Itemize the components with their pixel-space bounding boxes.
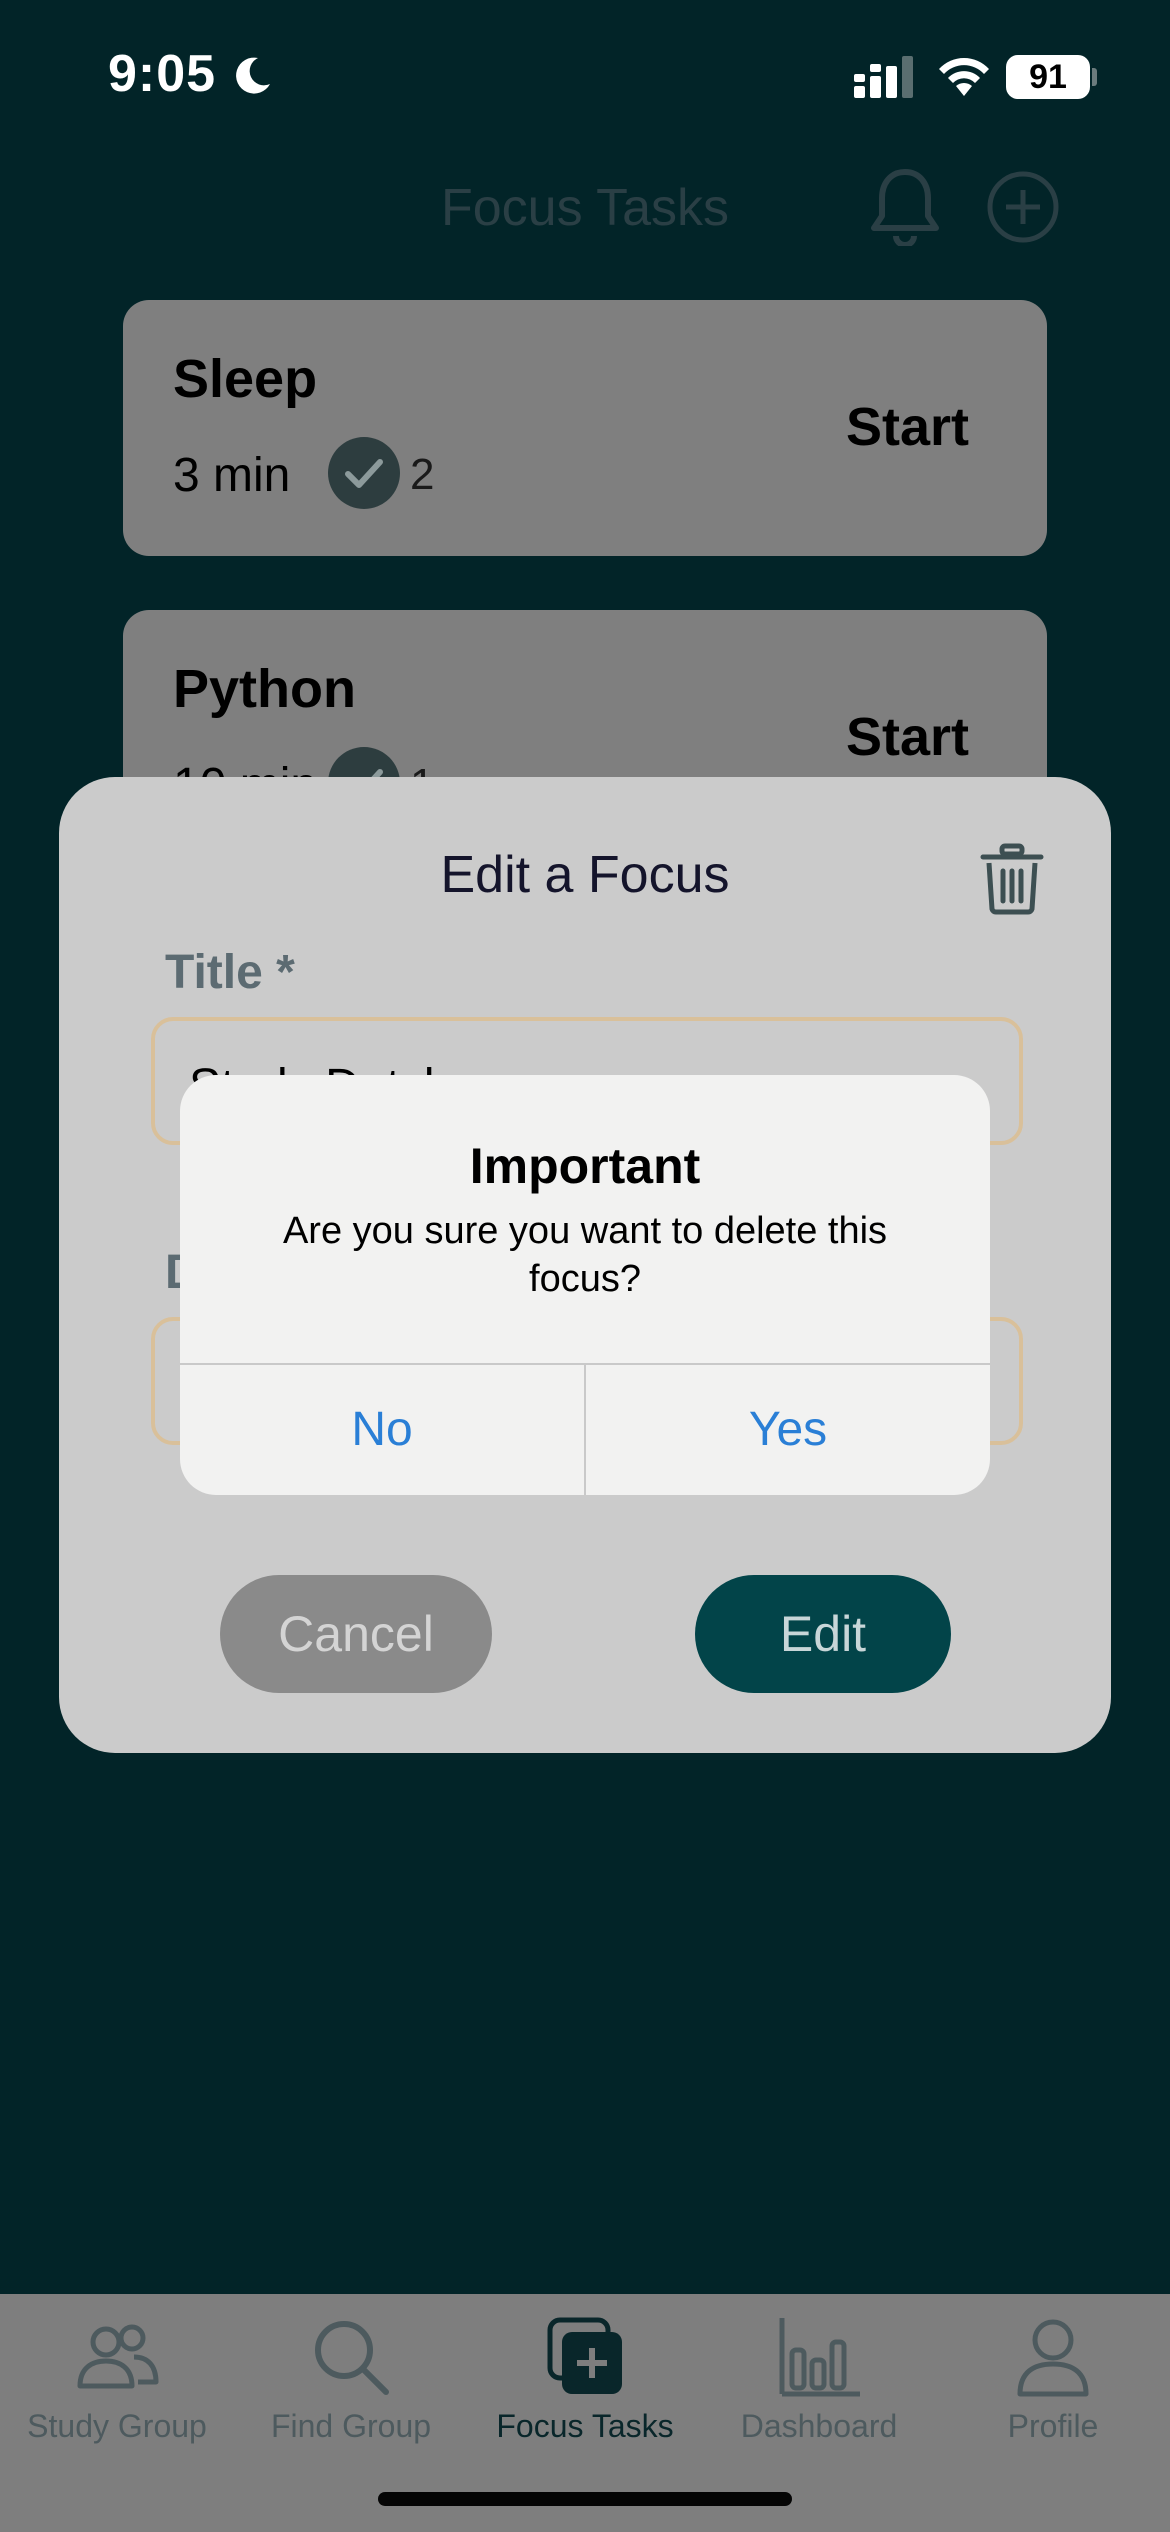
tab-label: Focus Tasks <box>496 2408 674 2444</box>
cancel-button[interactable]: Cancel <box>220 1575 492 1693</box>
search-icon <box>315 2321 389 2395</box>
battery-level: 91 <box>1029 58 1067 96</box>
task-duration: 3 min <box>173 449 291 502</box>
alert-yes-button[interactable]: Yes <box>586 1365 990 1495</box>
task-title: Sleep <box>173 349 318 409</box>
sheet-title: Edit a Focus <box>440 846 730 904</box>
tab-dashboard[interactable]: Dashboard <box>702 2294 936 2494</box>
bell-icon[interactable] <box>868 166 942 246</box>
edit-button[interactable]: Edit <box>695 1575 951 1693</box>
task-card[interactable]: Sleep 3 min 2 Start <box>123 300 1047 556</box>
alert-no-button[interactable]: No <box>180 1365 584 1495</box>
alert-message: Are you sure you want to delete this foc… <box>282 1210 888 1300</box>
alert-title: Important <box>469 1138 701 1194</box>
checkmark-icon <box>328 437 400 509</box>
trash-icon[interactable] <box>980 843 1044 915</box>
start-button[interactable]: Start <box>846 396 969 458</box>
tab-label: Study Group <box>27 2408 207 2444</box>
wifi-icon <box>939 58 989 96</box>
focus-tasks-icon <box>547 2317 622 2394</box>
status-time: 9:05 <box>108 45 217 103</box>
title-label: Title * <box>165 946 295 999</box>
cellular-signal-icon <box>854 56 913 98</box>
task-title: Python <box>173 659 356 719</box>
status-bar: 9:05 91 <box>0 0 1170 150</box>
people-icon <box>77 2324 159 2389</box>
battery-tip <box>1092 68 1097 86</box>
tab-profile[interactable]: Profile <box>936 2294 1170 2494</box>
tab-label: Find Group <box>270 2408 432 2444</box>
tab-find-group[interactable]: Find Group <box>234 2294 468 2494</box>
delete-confirmation-alert: Important Are you sure you want to delet… <box>180 1075 990 1495</box>
start-button[interactable]: Start <box>846 706 969 768</box>
person-icon <box>1017 2319 1089 2397</box>
home-indicator <box>378 2492 792 2506</box>
battery-indicator: 91 <box>1006 55 1090 99</box>
bar-chart-icon <box>779 2318 860 2397</box>
completed-count: 2 <box>410 450 435 499</box>
tab-focus-tasks[interactable]: Focus Tasks <box>468 2294 702 2494</box>
tab-label: Profile <box>1007 2408 1099 2444</box>
tab-label: Dashboard <box>740 2408 898 2444</box>
tab-study-group[interactable]: Study Group <box>0 2294 234 2494</box>
moon-icon <box>236 57 270 94</box>
add-focus-icon[interactable] <box>986 170 1060 244</box>
